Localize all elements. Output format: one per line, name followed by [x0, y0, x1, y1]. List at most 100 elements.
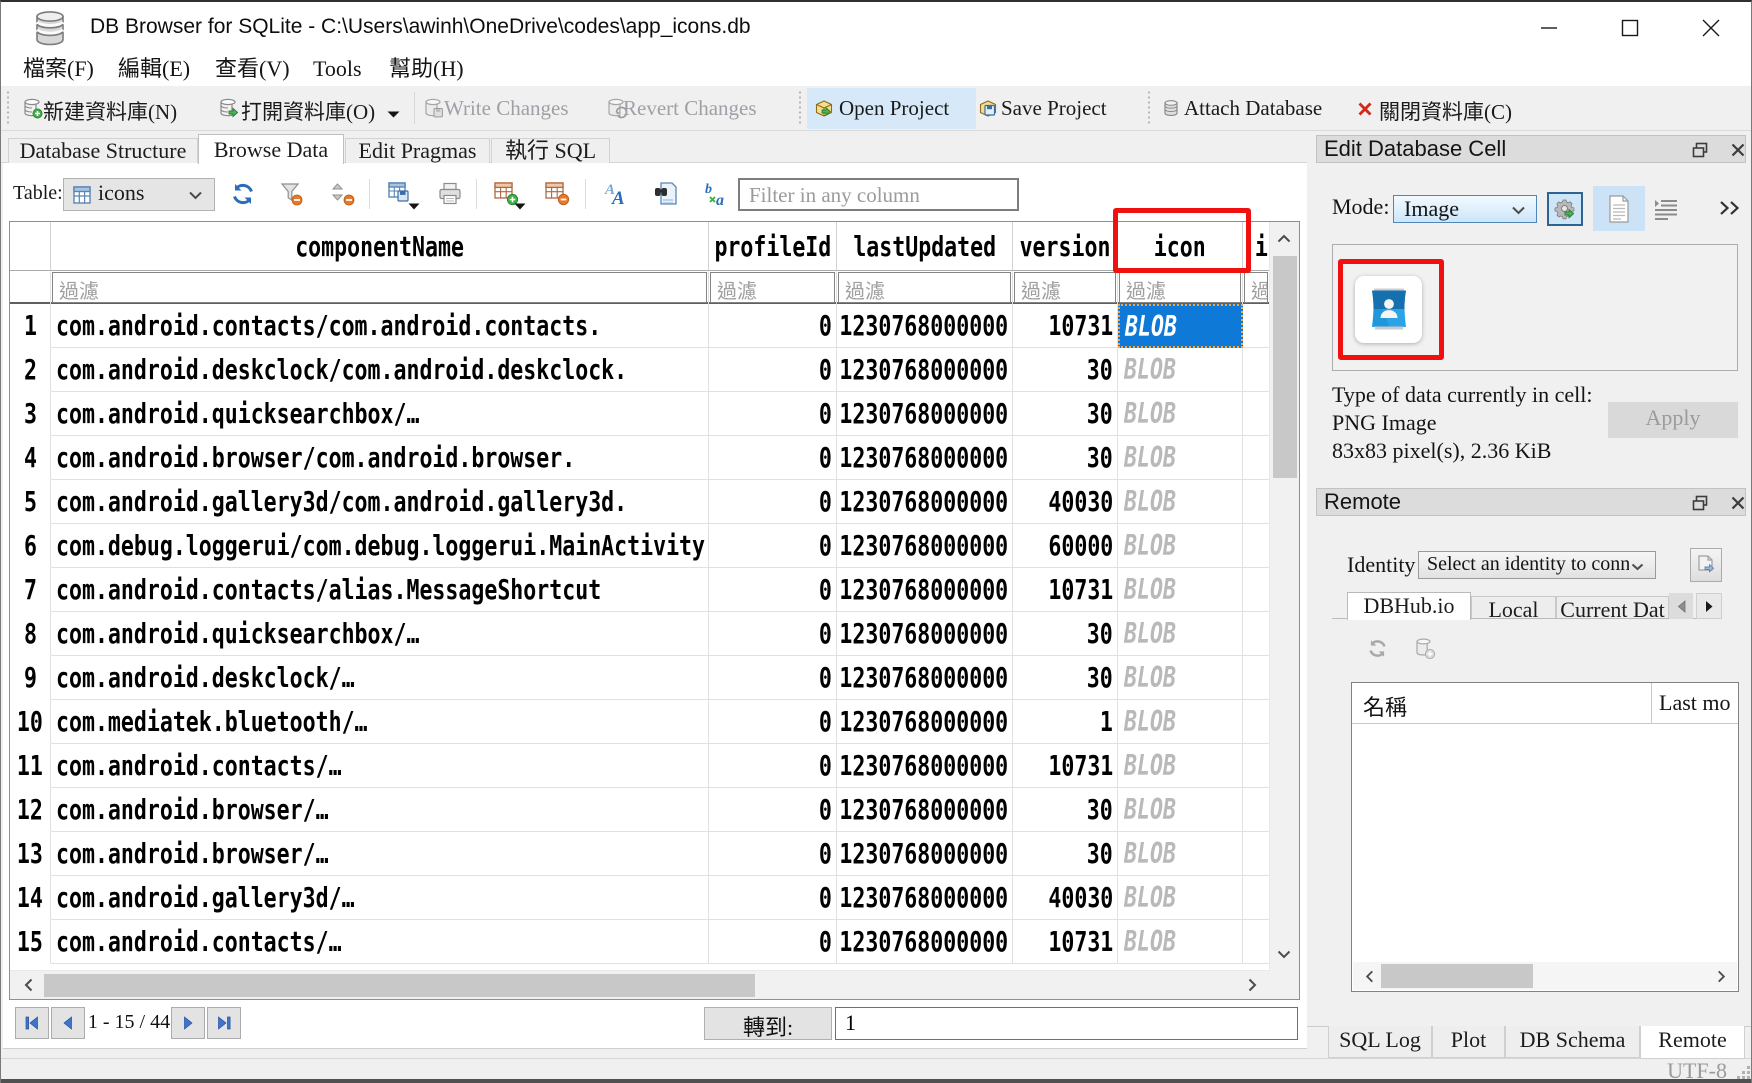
- table-cell[interactable]: [1243, 700, 1269, 744]
- filter-cell[interactable]: 過濾: [1013, 271, 1118, 304]
- open-project-button[interactable]: Open Project: [839, 96, 949, 121]
- maximize-button[interactable]: [1615, 13, 1645, 43]
- print-button[interactable]: [436, 180, 464, 208]
- dock-tab-sql-log[interactable]: SQL Log: [1328, 1026, 1432, 1058]
- table-cell[interactable]: 1230768000000: [837, 348, 1013, 392]
- goto-button[interactable]: 轉到:: [704, 1007, 832, 1040]
- table-row[interactable]: 14com.android.gallery3d/…012307680000004…: [10, 876, 1269, 920]
- previous-page-button[interactable]: [51, 1007, 85, 1039]
- goto-input[interactable]: 1: [835, 1007, 1298, 1040]
- table-cell[interactable]: BLOB: [1118, 392, 1243, 436]
- table-cell[interactable]: 0: [709, 744, 837, 788]
- remote-tab-dbhub[interactable]: DBHub.io: [1347, 592, 1471, 620]
- close-database-button[interactable]: 關閉資料庫(C): [1379, 96, 1512, 126]
- remote-list-hscrollbar[interactable]: [1353, 962, 1737, 990]
- save-project-button[interactable]: Save Project: [1001, 96, 1107, 121]
- open-database-button[interactable]: 打開資料庫(O): [241, 96, 375, 126]
- remote-tab-current-database[interactable]: Current Dat: [1556, 596, 1669, 619]
- replace-button[interactable]: b a: [703, 180, 731, 208]
- filter-input[interactable]: 過濾: [1119, 272, 1241, 303]
- table-cell[interactable]: 30: [1013, 612, 1118, 656]
- table-cell[interactable]: [1243, 744, 1269, 788]
- tab-browse-data[interactable]: Browse Data: [198, 134, 344, 164]
- table-cell[interactable]: 1: [1013, 700, 1118, 744]
- remote-refresh-icon[interactable]: [1366, 637, 1389, 660]
- attach-database-button[interactable]: Attach Database: [1184, 96, 1322, 121]
- table-cell[interactable]: 0: [709, 304, 837, 348]
- close-panel-icon[interactable]: [1729, 141, 1747, 159]
- scroll-left-arrow[interactable]: [14, 971, 42, 999]
- table-cell[interactable]: 1230768000000: [837, 656, 1013, 700]
- float-panel-icon[interactable]: [1691, 494, 1709, 512]
- table-row[interactable]: 2com.android.deskclock/com.android.deskc…: [10, 348, 1269, 392]
- revert-changes-button[interactable]: Revert Changes: [623, 96, 757, 121]
- filter-input[interactable]: 過濾: [838, 272, 1011, 303]
- table-cell[interactable]: com.android.deskclock/…: [51, 656, 709, 700]
- tab-database-structure[interactable]: Database Structure: [8, 138, 198, 163]
- table-cell[interactable]: [1243, 304, 1269, 348]
- table-cell[interactable]: com.debug.loggerui/com.debug.loggerui.Ma…: [51, 524, 709, 568]
- filter-input[interactable]: 過濾: [1014, 272, 1116, 303]
- table-cell[interactable]: [1243, 568, 1269, 612]
- table-cell[interactable]: BLOB: [1118, 832, 1243, 876]
- title-bar[interactable]: DB Browser for SQLite - C:\Users\awinh\O…: [1, 2, 1751, 52]
- filter-cell[interactable]: 過濾: [51, 271, 709, 304]
- find-in-cells-button[interactable]: [652, 180, 680, 208]
- filter-input[interactable]: 過濾: [52, 272, 707, 303]
- table-cell[interactable]: com.android.deskclock/com.android.deskcl…: [51, 348, 709, 392]
- clear-filters-button[interactable]: [277, 180, 305, 208]
- list-header-last-modified[interactable]: Last mo: [1659, 690, 1737, 716]
- table-cell[interactable]: 1230768000000: [837, 524, 1013, 568]
- table-row[interactable]: 5com.android.gallery3d/com.android.galle…: [10, 480, 1269, 524]
- table-cell[interactable]: 1230768000000: [837, 392, 1013, 436]
- indent-mode-icon[interactable]: [1653, 198, 1679, 220]
- menu-file[interactable]: 檔案(F): [23, 52, 94, 86]
- table-cell[interactable]: 0: [709, 480, 837, 524]
- table-cell[interactable]: com.android.contacts/com.android.contact…: [51, 304, 709, 348]
- table-cell[interactable]: com.android.quicksearchbox/…: [51, 392, 709, 436]
- table-cell[interactable]: 0: [709, 392, 837, 436]
- table-cell[interactable]: 10731: [1013, 568, 1118, 612]
- insert-record-dropdown-arrow[interactable]: [513, 202, 527, 211]
- table-cell[interactable]: [1243, 392, 1269, 436]
- scroll-left-arrow[interactable]: [1355, 962, 1383, 990]
- filter-cell[interactable]: 過濾: [1243, 271, 1269, 304]
- table-cell[interactable]: 10731: [1013, 744, 1118, 788]
- vertical-scroll-thumb[interactable]: [1273, 256, 1297, 478]
- toolbar-drag-handle[interactable]: [6, 90, 10, 126]
- table-cell[interactable]: 1230768000000: [837, 832, 1013, 876]
- table-cell[interactable]: 0: [709, 920, 837, 964]
- table-cell[interactable]: com.android.gallery3d/…: [51, 876, 709, 920]
- horizontal-scrollbar[interactable]: [10, 970, 1269, 999]
- table-cell[interactable]: 1230768000000: [837, 700, 1013, 744]
- tab-edit-pragmas[interactable]: Edit Pragmas: [345, 138, 490, 163]
- table-cell[interactable]: com.android.quicksearchbox/…: [51, 612, 709, 656]
- table-cell[interactable]: BLOB: [1118, 524, 1243, 568]
- minimize-button[interactable]: [1534, 13, 1564, 43]
- toolbar-drag-handle[interactable]: [798, 90, 802, 126]
- column-header-rownum[interactable]: [10, 222, 51, 271]
- table-cell[interactable]: [1243, 612, 1269, 656]
- table-cell[interactable]: 0: [709, 568, 837, 612]
- column-header-componentName[interactable]: componentName: [51, 222, 709, 271]
- table-cell[interactable]: com.mediatek.bluetooth/…: [51, 700, 709, 744]
- edit-font-button[interactable]: A A: [602, 180, 630, 208]
- table-row[interactable]: 15com.android.contacts/…0123076800000010…: [10, 920, 1269, 964]
- open-database-dropdown-arrow[interactable]: [386, 110, 401, 119]
- table-cell[interactable]: com.android.gallery3d/com.android.galler…: [51, 480, 709, 524]
- table-cell[interactable]: 1230768000000: [837, 436, 1013, 480]
- table-cell[interactable]: BLOB: [1118, 436, 1243, 480]
- text-mode-button[interactable]: [1593, 186, 1645, 231]
- filter-any-column-input[interactable]: Filter in any column: [738, 178, 1019, 211]
- filter-input[interactable]: 過濾: [1244, 272, 1268, 303]
- table-cell[interactable]: 30: [1013, 348, 1118, 392]
- table-cell[interactable]: BLOB: [1118, 480, 1243, 524]
- table-cell[interactable]: 30: [1013, 788, 1118, 832]
- import-data-button[interactable]: [1547, 192, 1583, 226]
- table-cell[interactable]: 30: [1013, 392, 1118, 436]
- table-cell[interactable]: 1230768000000: [837, 876, 1013, 920]
- remote-tab-local[interactable]: Local: [1471, 596, 1556, 619]
- edit-cell-panel-header[interactable]: Edit Database Cell: [1316, 135, 1746, 163]
- menu-tools[interactable]: Tools: [313, 52, 362, 86]
- table-cell[interactable]: [1243, 920, 1269, 964]
